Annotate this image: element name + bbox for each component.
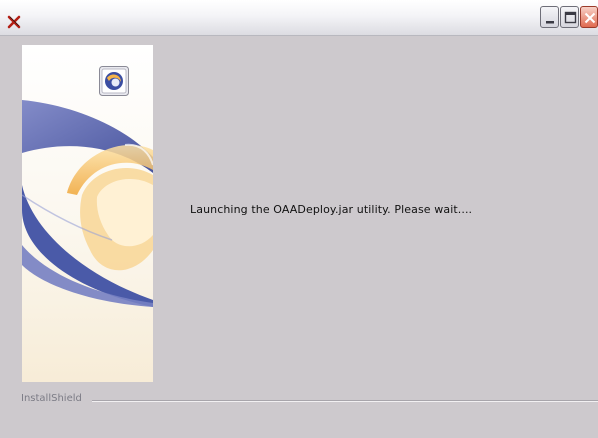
close-icon (584, 12, 596, 24)
title-bar[interactable] (0, 0, 598, 36)
close-button[interactable] (580, 6, 598, 28)
installer-side-graphic (22, 45, 153, 382)
status-message: Launching the OAADeploy.jar utility. Ple… (190, 203, 473, 216)
installer-window: Launching the OAADeploy.jar utility. Ple… (0, 0, 598, 438)
maximize-icon (564, 11, 577, 24)
installshield-label: InstallShield (21, 393, 82, 404)
minimize-button[interactable] (540, 6, 559, 28)
app-x-icon (7, 14, 21, 29)
installer-logo-icon (99, 66, 129, 96)
footer-divider (92, 400, 598, 402)
minimize-icon (546, 21, 554, 24)
window-controls (540, 6, 598, 28)
maximize-button[interactable] (560, 6, 579, 28)
